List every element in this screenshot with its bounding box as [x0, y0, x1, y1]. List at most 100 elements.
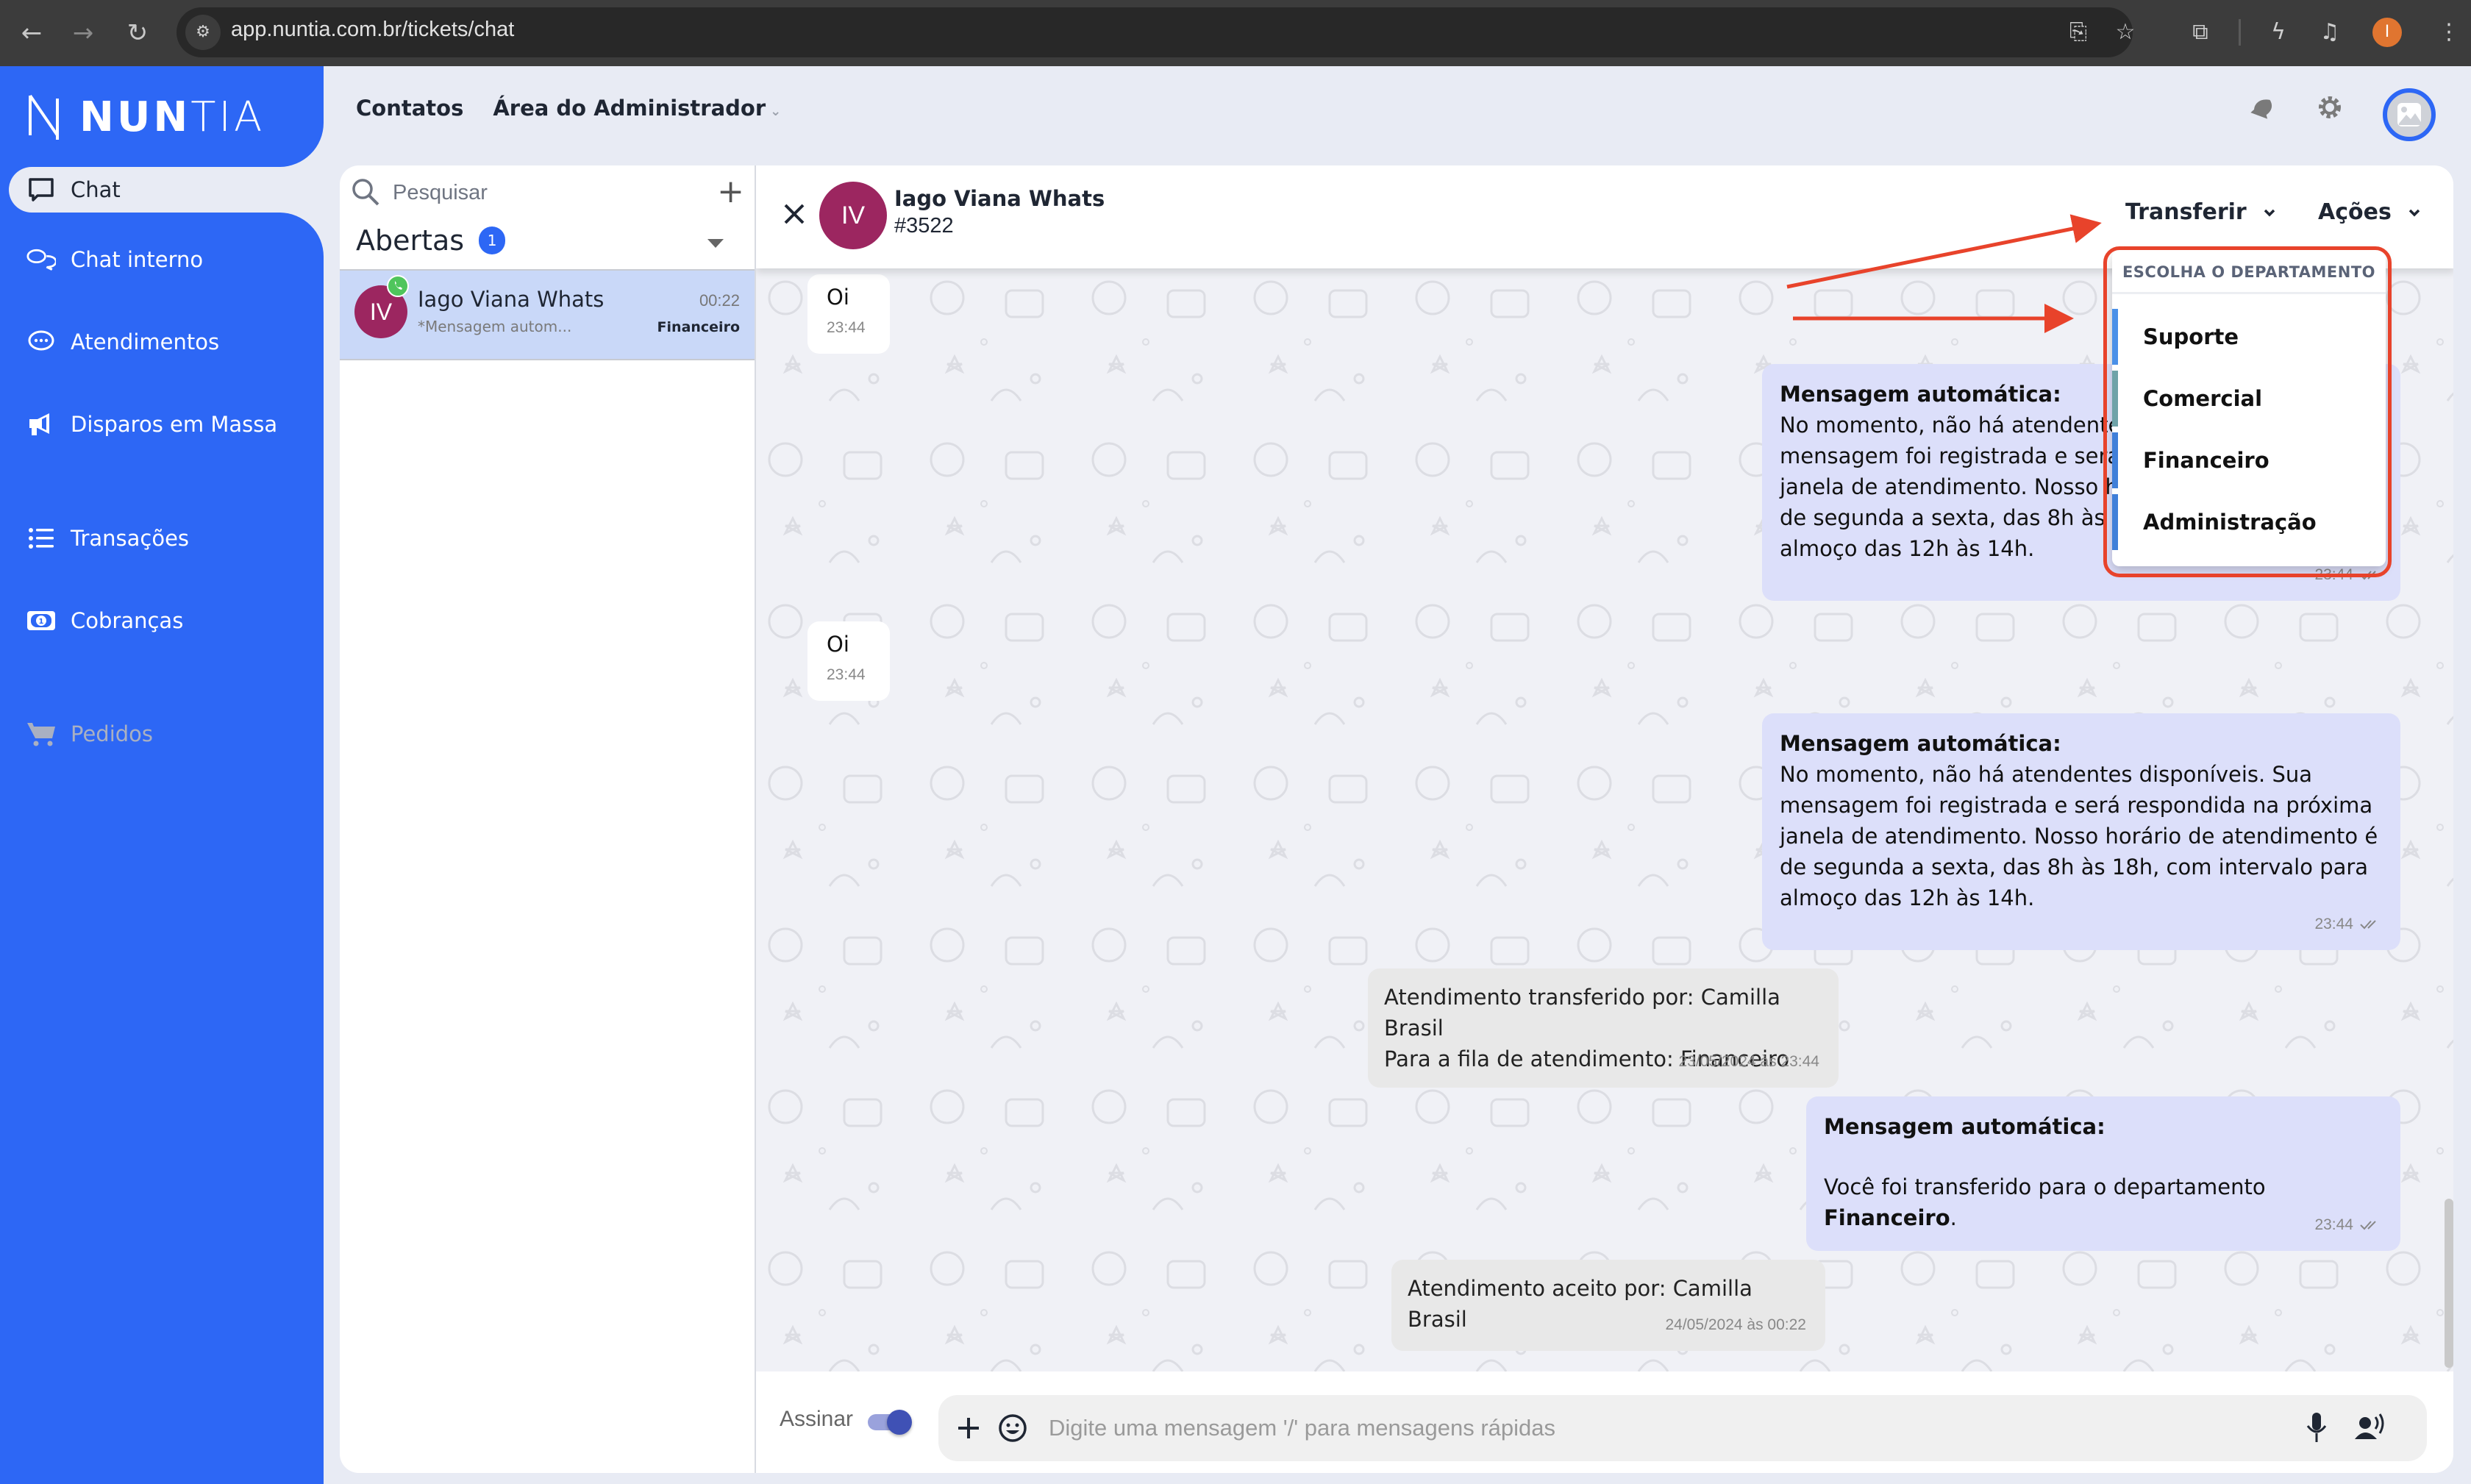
emoji-icon[interactable] — [997, 1413, 1028, 1444]
option-label: Comercial — [2143, 386, 2263, 411]
chat-scrollbar[interactable] — [2445, 1199, 2453, 1368]
system-message: Atendimento transferido por: Camilla Bra… — [1368, 968, 1839, 1088]
list-icon — [26, 524, 56, 553]
message-text: Oi — [827, 285, 849, 310]
ticket-time: 00:22 — [699, 291, 740, 310]
department-color-bar — [2112, 371, 2118, 427]
message-incoming: Oi 23:44 — [807, 274, 890, 354]
message-incoming: Oi 23:44 — [807, 621, 890, 701]
sidebar-item-transacoes[interactable]: Transações — [26, 516, 189, 560]
active-notch — [279, 213, 324, 257]
message-outgoing: Mensagem automática: Você foi transferid… — [1806, 1096, 2400, 1251]
message-meta: 23:44 — [2314, 909, 2381, 940]
sidebar-item-chat-interno[interactable]: Chat interno — [26, 238, 203, 282]
money-bill-icon: 1 — [26, 606, 56, 635]
message-time: 23:44 — [2314, 916, 2353, 932]
new-ticket-plus-icon[interactable]: + — [717, 176, 744, 208]
chevron-down-icon: ⌄ — [770, 104, 782, 119]
back-icon[interactable]: ← — [15, 16, 49, 50]
sidebar-item-label: Cobranças — [71, 608, 184, 633]
sidebar: NUNTIA Chat Chat interno Atendimentos Di… — [0, 66, 324, 1484]
chevron-down-icon — [2408, 209, 2420, 216]
nuntia-logo[interactable]: NUNTIA — [28, 93, 265, 141]
attach-plus-icon[interactable] — [955, 1414, 983, 1442]
actions-button[interactable]: Ações — [2318, 199, 2421, 225]
toggle-knob — [887, 1410, 912, 1435]
sidebar-item-disparos[interactable]: Disparos em Massa — [26, 402, 277, 446]
department-color-bar — [2112, 432, 2118, 488]
system-message: Atendimento aceito por: Camilla Brasil 2… — [1391, 1260, 1825, 1351]
double-check-icon — [2360, 920, 2376, 930]
nav-area-administrador[interactable]: Área do Administrador ⌄ — [493, 96, 781, 121]
section-header-abertas[interactable]: Abertas 1 — [356, 224, 506, 257]
forward-icon[interactable]: → — [66, 16, 100, 50]
sidebar-item-label: Pedidos — [71, 721, 154, 746]
sidebar-item-chat[interactable]: Chat — [26, 168, 121, 212]
message-text: Você foi transferido para o departamento… — [1824, 1174, 2266, 1230]
browser-toolbar: ← → ↻ ⚙ app.nuntia.com.br/tickets/chat ⎘… — [0, 0, 2471, 66]
double-check-icon — [2360, 571, 2376, 580]
menu-header: ESCOLHA O DEPARTAMENTO — [2112, 250, 2386, 294]
url-text[interactable]: app.nuntia.com.br/tickets/chat — [231, 18, 514, 42]
voice-speaker-icon[interactable] — [2353, 1411, 2387, 1442]
message-input[interactable] — [1049, 1410, 2225, 1446]
extensions-icon[interactable]: ⧉ — [2184, 16, 2217, 49]
option-label: Suporte — [2143, 324, 2239, 349]
transfer-button[interactable]: Transferir — [2125, 199, 2276, 225]
ticket-department: Financeiro — [657, 319, 740, 335]
install-app-icon[interactable]: ⎘ — [2062, 16, 2094, 49]
svg-text:1: 1 — [39, 618, 44, 626]
message-text: No momento, não há atendentes disponívei… — [1780, 762, 2378, 910]
message-meta: 24/05/2024 às 00:22 — [1665, 1310, 1806, 1341]
message-meta: 23:44 — [2314, 1210, 2381, 1241]
more-menu-icon[interactable]: ⋮ — [2433, 16, 2465, 49]
ticket-contact-name: Iago Viana Whats — [418, 287, 605, 312]
toolbar-divider — [2239, 19, 2241, 46]
option-label: Administração — [2143, 510, 2317, 535]
count-badge: 1 — [479, 226, 506, 254]
notification-bell-icon[interactable] — [2247, 93, 2277, 125]
close-icon[interactable] — [778, 198, 810, 230]
nav-admin-label: Área do Administrador — [493, 96, 766, 121]
nav-contatos[interactable]: Contatos — [356, 96, 463, 121]
media-control-icon[interactable]: ♫ — [2314, 16, 2346, 49]
ticket-id: #3522 — [894, 214, 954, 238]
search-icon — [352, 179, 379, 206]
message-time: 23:44 — [827, 666, 866, 683]
department-option-administracao[interactable]: Administração — [2112, 494, 2386, 550]
user-avatar[interactable] — [2383, 88, 2436, 141]
double-check-icon — [2360, 1221, 2376, 1230]
settings-gear-icon[interactable] — [2315, 93, 2345, 125]
sidebar-item-pedidos[interactable]: Pedidos — [26, 712, 153, 756]
caret-down-icon[interactable] — [707, 239, 724, 248]
profile-avatar[interactable]: I — [2372, 18, 2402, 47]
site-info-icon[interactable]: ⚙ — [185, 15, 221, 50]
sidebar-item-label: Atendimentos — [71, 329, 220, 354]
search-bar: + — [350, 171, 744, 214]
message-time: 23:44 — [2314, 1216, 2353, 1233]
cart-icon — [26, 719, 56, 749]
address-bar[interactable]: ⚙ app.nuntia.com.br/tickets/chat — [176, 7, 2133, 57]
energy-saver-icon[interactable]: ϟ — [2262, 16, 2294, 49]
sign-toggle[interactable] — [868, 1410, 912, 1435]
sign-label: Assinar — [780, 1407, 854, 1431]
system-line: Atendimento transferido por: Camilla Bra… — [1384, 985, 1780, 1041]
ticket-list-item[interactable]: IV Iago Viana Whats *Mensagem autom... 0… — [340, 269, 755, 360]
section-label: Abertas — [356, 224, 465, 257]
department-option-comercial[interactable]: Comercial — [2112, 371, 2386, 427]
message-composer: Assinar — [756, 1371, 2453, 1473]
message-meta: 23/05/2024 às 23:44 — [1678, 1046, 1819, 1077]
brand-name: NUNTIA — [79, 93, 265, 141]
sidebar-item-label: Disparos em Massa — [71, 412, 278, 437]
megaphone-icon — [26, 410, 56, 439]
search-input[interactable] — [393, 180, 702, 205]
bookmark-star-icon[interactable]: ☆ — [2109, 16, 2142, 49]
sidebar-item-atendimentos[interactable]: Atendimentos — [26, 320, 219, 364]
reload-icon[interactable]: ↻ — [121, 16, 154, 50]
department-color-bar — [2112, 309, 2118, 365]
department-option-suporte[interactable]: Suporte — [2112, 309, 2386, 365]
department-option-financeiro[interactable]: Financeiro — [2112, 432, 2386, 488]
sidebar-item-cobrancas[interactable]: 1 Cobranças — [26, 599, 183, 643]
microphone-icon[interactable] — [2305, 1411, 2328, 1444]
message-time: 23/05/2024 às 23:44 — [1678, 1053, 1819, 1070]
